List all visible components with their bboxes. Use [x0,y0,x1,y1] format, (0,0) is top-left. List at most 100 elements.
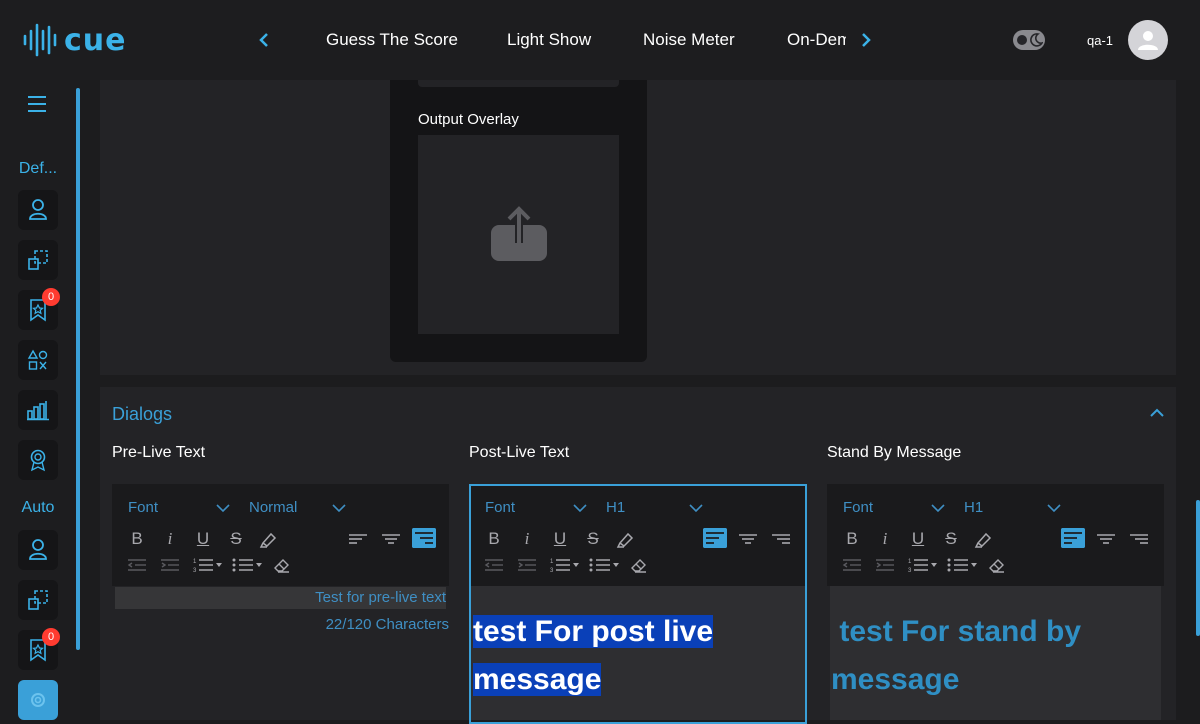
waveform-icon [23,23,57,57]
person-icon [29,539,47,560]
align-center-icon[interactable] [379,529,403,549]
bold-icon[interactable]: B [125,529,149,549]
chevron-up-icon [1150,408,1164,417]
sidebar-section-default[interactable]: Def... [0,160,76,178]
sidebar-section-auto[interactable]: Auto [0,499,76,517]
sidebar-item-shapes[interactable] [18,340,58,380]
person-icon [29,199,47,220]
outdent-icon[interactable] [840,555,864,575]
bullet-list-icon[interactable] [946,555,980,575]
sidebar-item-settings-auto[interactable] [18,680,58,720]
previous-upload-box [418,80,619,87]
selected-text: message [473,663,602,696]
chevron-left-icon [259,33,268,47]
italic-icon[interactable]: i [873,529,897,549]
align-left-icon[interactable] [346,529,370,549]
moon-icon [1030,33,1043,47]
highlighter-icon[interactable] [972,529,996,549]
sidebar-item-select[interactable] [18,240,58,280]
sidebar-item-user-auto[interactable] [18,530,58,570]
font-select[interactable]: Font [128,499,158,516]
award-icon [30,449,46,472]
sidebar-item-awards[interactable] [18,440,58,480]
notification-badge: 0 [42,288,60,306]
toggle-knob [1017,35,1027,45]
character-count: 22/120 Characters [325,616,449,633]
align-right-icon[interactable] [412,528,436,548]
stand-by-line-1: test For stand by [831,615,1082,648]
select-area-icon [28,250,48,270]
bar-chart-icon [27,401,49,421]
italic-icon[interactable]: i [158,529,182,549]
ordered-list-icon[interactable]: 13 [906,555,940,575]
highlighter-icon[interactable] [257,529,281,549]
user-icon [1138,31,1158,50]
dialogs-title: Dialogs [112,404,173,424]
post-live-line-2: message [473,656,602,704]
username: qa-1 [1087,33,1114,48]
selected-text: test For post live [473,615,714,648]
font-select[interactable]: Font [843,499,873,516]
nav-item-light-show[interactable]: Light Show [507,30,591,50]
sidebar-item-user[interactable] [18,190,58,230]
notification-badge: 0 [42,628,60,646]
svg-text:3: 3 [193,568,197,574]
pre-live-label: Pre-Live Text [112,444,206,461]
indent-icon[interactable] [158,555,182,575]
align-center-icon[interactable] [1094,529,1118,549]
cue-logo[interactable]: cue [22,22,127,58]
ordered-list-icon[interactable]: 13 [191,555,225,575]
nav-item-noise-meter[interactable]: Noise Meter [643,30,735,50]
app-name: cue [64,22,127,58]
select-area-icon [28,590,48,610]
output-overlay-label: Output Overlay [418,111,519,128]
nav-next-button[interactable] [854,28,878,52]
theme-toggle[interactable] [1013,30,1045,50]
chevron-down-icon[interactable] [332,504,346,513]
avatar[interactable] [1128,20,1168,60]
nav-item-guess-the-score[interactable]: Guess The Score [326,30,458,50]
chevron-down-icon[interactable] [1047,504,1061,513]
sidebar-item-badges-auto[interactable]: 0 [18,628,60,670]
top-nav: Guess The Score Light Show Noise Meter O… [300,0,846,80]
chevron-right-icon [862,33,871,47]
bullet-list-icon[interactable] [231,555,265,575]
svg-text:1: 1 [193,559,197,565]
outdent-icon[interactable] [125,555,149,575]
post-live-line-1: test For post live [473,608,714,656]
strikethrough-icon[interactable]: S [939,529,963,549]
sidebar-item-stats[interactable] [18,390,58,430]
nav-item-on-demand[interactable]: On-Dem [787,30,846,50]
align-left-icon[interactable] [1061,528,1085,548]
svg-text:1: 1 [908,559,912,565]
output-overlay-upload[interactable] [418,135,619,334]
strikethrough-icon[interactable]: S [224,529,248,549]
indent-icon[interactable] [873,555,897,575]
collapse-dialogs-button[interactable] [1149,406,1165,424]
sidebar-item-badges[interactable]: 0 [18,288,60,330]
sidebar-item-select-auto[interactable] [18,580,58,620]
menu-button[interactable] [26,94,48,119]
eraser-icon[interactable] [985,555,1009,575]
eraser-icon[interactable] [270,555,294,575]
chevron-down-icon[interactable] [931,504,945,513]
underline-icon[interactable]: U [906,529,930,549]
size-select[interactable]: H1 [964,499,983,516]
shapes-icon [27,349,48,370]
main-scrollbar[interactable] [1196,500,1200,636]
stand-by-label: Stand By Message [827,444,962,461]
svg-text:3: 3 [908,568,912,574]
bold-icon[interactable]: B [840,529,864,549]
size-select[interactable]: Normal [249,499,297,516]
align-right-icon[interactable] [1127,529,1151,549]
nav-prev-button[interactable] [252,28,276,52]
hamburger-icon [28,96,46,112]
top-bar: cue Guess The Score Light Show Noise Met… [0,0,1200,80]
gear-icon [31,693,45,707]
pre-live-text-input[interactable]: Test for pre-live text [115,587,446,609]
underline-icon[interactable]: U [191,529,215,549]
post-live-label: Post-Live Text [469,444,570,461]
chevron-down-icon[interactable] [216,504,230,513]
upload-icon [490,205,547,261]
stand-by-toolbar: Font H1 B i U S 13 [827,484,1164,586]
